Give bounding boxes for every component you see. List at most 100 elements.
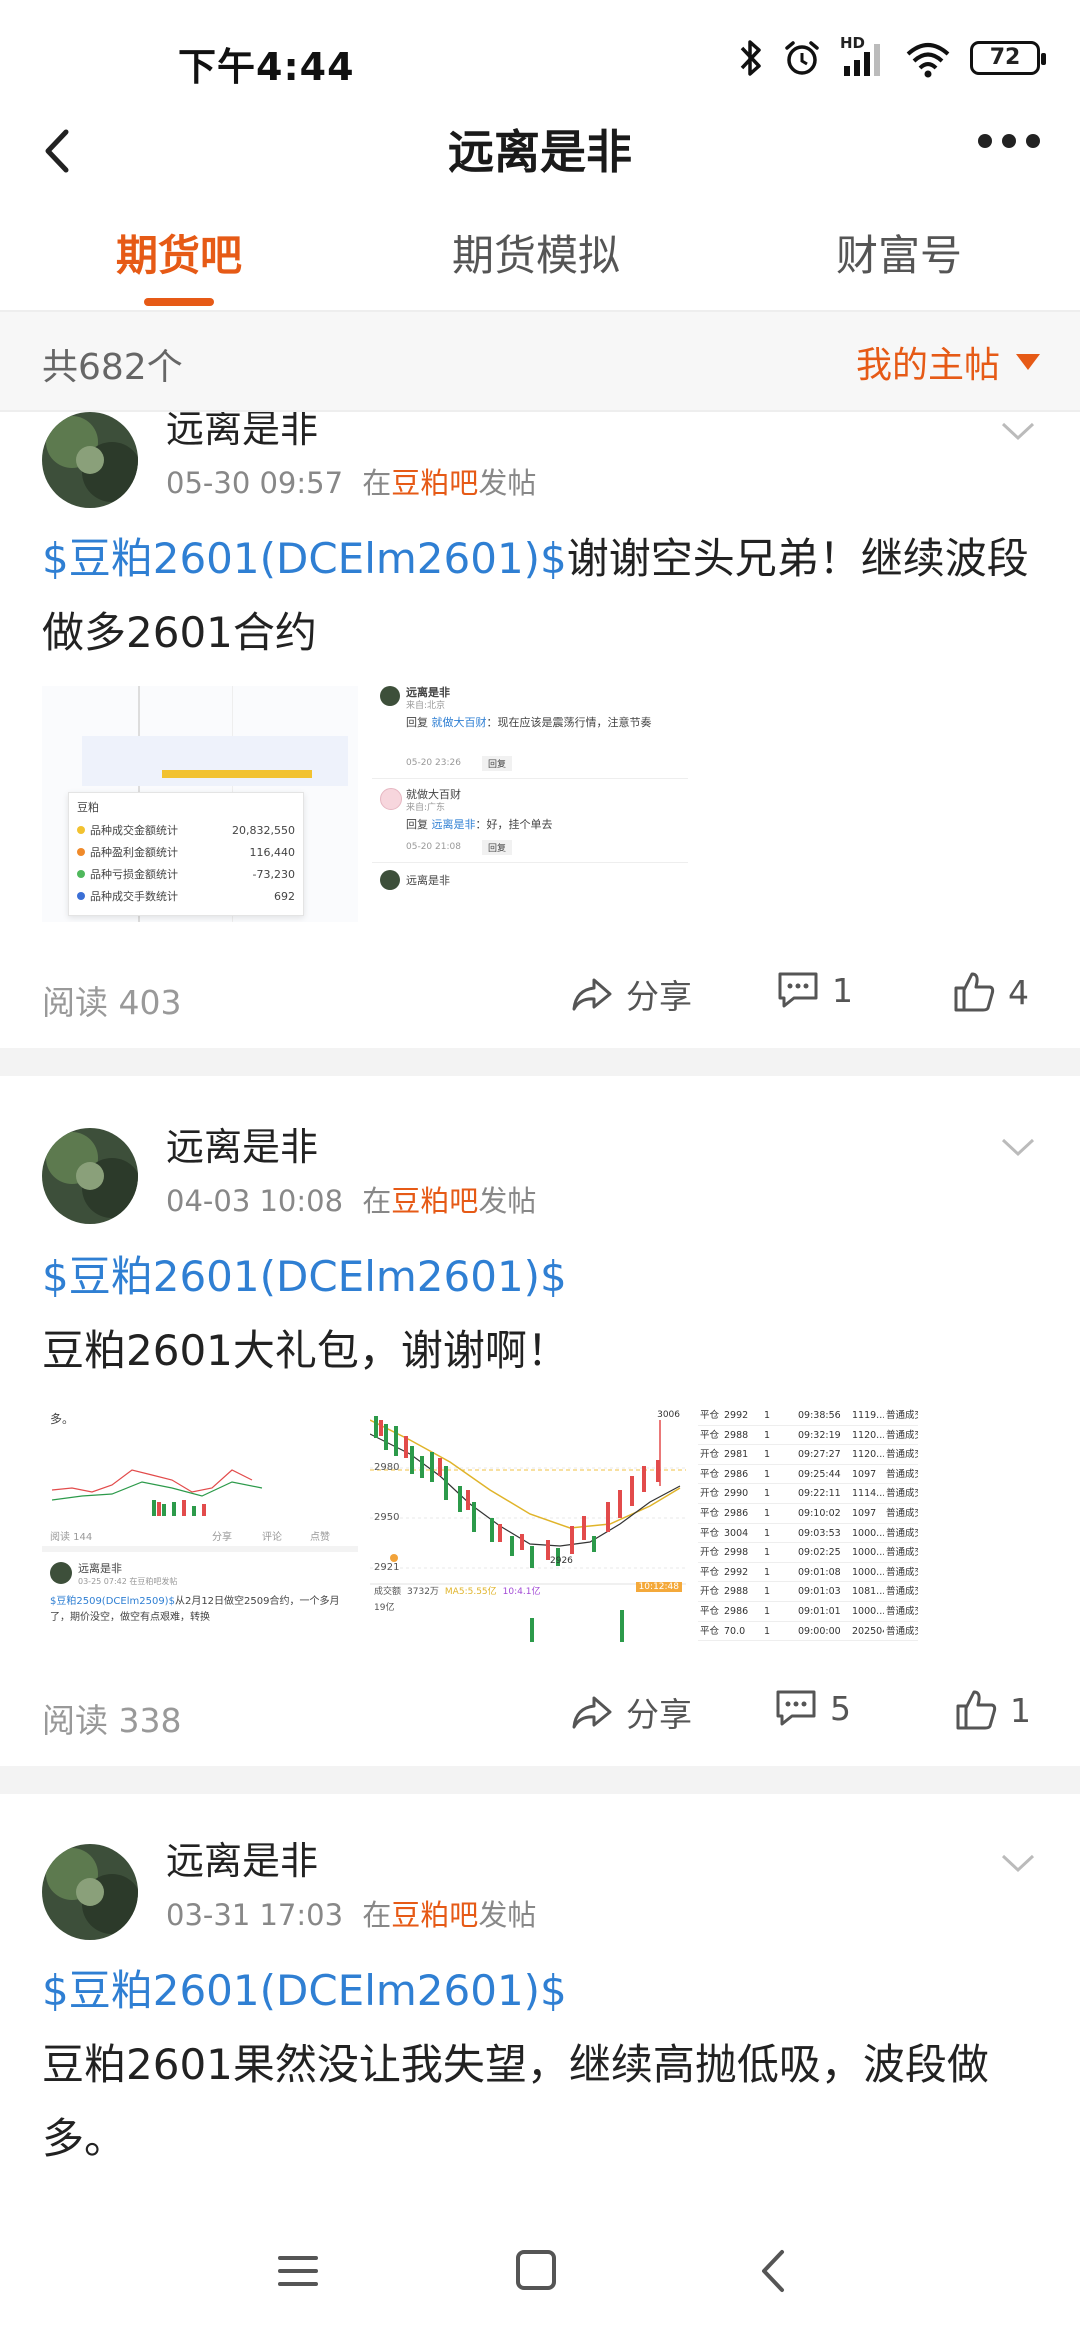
comment-icon bbox=[778, 972, 818, 1008]
share-icon bbox=[572, 1696, 612, 1729]
trade-cell: 普通成交 bbox=[886, 1586, 918, 1598]
trade-cell: 1 bbox=[764, 1410, 771, 1421]
more-options-icon[interactable] bbox=[978, 134, 1040, 148]
like-button[interactable]: 4 bbox=[952, 970, 1029, 1014]
trade-cell: 平仓 bbox=[700, 1605, 720, 1617]
forum-link[interactable]: 豆粕吧 bbox=[391, 466, 478, 500]
trade-cell: 09:10:02 bbox=[798, 1507, 841, 1519]
in-label: 在 bbox=[362, 1898, 392, 1932]
chart-label: 3006 bbox=[657, 1410, 680, 1420]
status-icons: HD 72 bbox=[738, 34, 1046, 78]
trade-row: 平仓 2988 1 09:32:19 1120...普通成交 bbox=[698, 1426, 918, 1446]
forum-link[interactable]: 豆粕吧 bbox=[391, 1184, 478, 1218]
tab-futures-simulation[interactable]: 期货模拟 bbox=[452, 222, 620, 283]
forum-link[interactable]: 豆粕吧 bbox=[391, 1898, 478, 1932]
tab-futures-forum[interactable]: 期货吧 bbox=[116, 222, 242, 283]
image-thumbnail[interactable]: 远离是非 来自:北京 回复 就做大百财：现在应该是震荡行情，注意节奏 05-20… bbox=[372, 686, 688, 922]
stock-tag-link[interactable]: $豆粕2601(DCElm2601)$ bbox=[42, 534, 567, 583]
back-icon[interactable] bbox=[746, 2246, 806, 2296]
trade-cell: 09:02:25 bbox=[798, 1547, 841, 1559]
post-label: 发帖 bbox=[478, 1898, 537, 1932]
trade-cell: 开仓 bbox=[700, 1488, 720, 1500]
share-button[interactable]: 分享 bbox=[570, 970, 692, 1018]
legend-row: 品种成交金额统计 20,832,550 bbox=[77, 819, 295, 841]
author-avatar[interactable] bbox=[42, 1844, 138, 1940]
thumb-text: 点赞 bbox=[310, 1532, 330, 1543]
trade-cell: 平仓 bbox=[700, 1410, 720, 1421]
trade-row: 平仓 2992 1 09:38:56 1119...普通成交 bbox=[698, 1406, 918, 1426]
post-content[interactable]: $豆粕2601(DCElm2601)$ 豆粕2601果然没让我失望，继续高抛低吸… bbox=[42, 1954, 1042, 2176]
image-thumbnail[interactable]: 多。 阅读 144 分享 评论 点赞 远离是非 03-25 07:42 在豆粕吧… bbox=[42, 1406, 358, 1642]
chart-label: 2921 bbox=[374, 1562, 400, 1573]
image-thumbnail[interactable]: 豆粕 品种成交金额统计 20,832,550 品种盈利金额统计 116,440 品种亏损… bbox=[42, 686, 358, 922]
read-count: 阅读 338 bbox=[42, 1701, 182, 1740]
home-square-icon[interactable] bbox=[506, 2246, 566, 2296]
trade-cell: 普通成交 bbox=[886, 1605, 918, 1617]
share-button[interactable]: 分享 bbox=[570, 1688, 692, 1736]
trade-cell: 1000... bbox=[852, 1527, 884, 1539]
trade-cell: 平仓 bbox=[700, 1507, 720, 1519]
avatar bbox=[380, 870, 400, 890]
author-name[interactable]: 远离是非 bbox=[166, 1116, 318, 1171]
image-thumbnail[interactable]: 平仓2992109:38:561119...普通成交平仓2988109:32:1… bbox=[698, 1406, 918, 1642]
author-avatar[interactable] bbox=[42, 412, 138, 508]
trade-cell: 2988 bbox=[724, 1429, 749, 1441]
legend-label: 品种亏损金额统计 bbox=[90, 868, 178, 881]
trade-cell: 1081... bbox=[852, 1586, 884, 1598]
trade-cell: 开仓 bbox=[700, 1547, 720, 1559]
trade-cell: 09:25:44 bbox=[798, 1468, 841, 1480]
comment-time: 05-20 21:08 bbox=[406, 842, 461, 852]
post-separator bbox=[0, 1766, 1080, 1794]
comment-count: 1 bbox=[832, 970, 853, 1010]
author-name[interactable]: 远离是非 bbox=[166, 1830, 318, 1885]
my-posts-filter[interactable]: 我的主帖 bbox=[856, 336, 1040, 388]
image-thumbnail[interactable]: 3006 2980 2950 2921 2926 成交额 3732万 MA5:5… bbox=[370, 1406, 686, 1642]
post-card[interactable]: 远离是非 03-31 17:03 在豆粕吧发帖 $豆粕2601(DCElm260… bbox=[0, 1794, 1080, 2202]
post-card[interactable]: 远离是非 05-30 09:57 在豆粕吧发帖 $豆粕2601(DCElm260… bbox=[0, 412, 1080, 1048]
wifi-icon bbox=[906, 43, 950, 78]
post-feed[interactable]: 远离是非 05-30 09:57 在豆粕吧发帖 $豆粕2601(DCElm260… bbox=[0, 412, 1080, 2202]
trade-row: 平仓 2992 1 09:01:08 1000...普通成交 bbox=[698, 1563, 918, 1583]
thumb-text: 评论 bbox=[262, 1532, 282, 1543]
legend-row: 品种成交手数统计 692 bbox=[77, 885, 295, 907]
trade-cell: 70.0 bbox=[724, 1625, 746, 1637]
author-name[interactable]: 远离是非 bbox=[166, 412, 318, 453]
post-content[interactable]: $豆粕2601(DCElm2601)$ 豆粕2601大礼包，谢谢啊！ bbox=[42, 1240, 1042, 1388]
legend-dot bbox=[77, 870, 85, 878]
trade-cell: 1097 bbox=[852, 1507, 877, 1519]
like-count: 4 bbox=[1008, 972, 1029, 1012]
trade-cell: 1 bbox=[764, 1468, 771, 1480]
trade-cell: 普通成交 bbox=[886, 1410, 918, 1421]
legend-row: 品种亏损金额统计 -73,230 bbox=[77, 863, 295, 885]
chevron-down-icon[interactable] bbox=[1000, 420, 1036, 442]
trade-row: 平仓 3004 1 09:03:53 1000...普通成交 bbox=[698, 1524, 918, 1544]
in-label: 在 bbox=[362, 1184, 392, 1218]
author-avatar[interactable] bbox=[42, 1128, 138, 1224]
trade-cell: 2981 bbox=[724, 1449, 749, 1461]
chevron-down-icon[interactable] bbox=[1000, 1852, 1036, 1874]
trade-cell: 3004 bbox=[724, 1527, 749, 1539]
thumbs-up-icon bbox=[956, 1690, 997, 1730]
post-content[interactable]: $豆粕2601(DCElm2601)$谢谢空头兄弟！继续波段做多2601合约 bbox=[42, 522, 1042, 670]
post-card[interactable]: 远离是非 04-03 10:08 在豆粕吧发帖 $豆粕2601(DCElm260… bbox=[0, 1076, 1080, 1766]
trade-cell: 2998 bbox=[724, 1547, 749, 1559]
stock-tag-link[interactable]: $豆粕2601(DCElm2601)$ bbox=[42, 1240, 1042, 1314]
read-count: 阅读 403 bbox=[42, 983, 182, 1022]
signal-icon: HD bbox=[840, 34, 886, 78]
alarm-icon bbox=[785, 41, 819, 75]
battery-indicator: 72 bbox=[970, 41, 1046, 75]
share-icon bbox=[572, 978, 612, 1011]
in-label: 在 bbox=[362, 466, 392, 500]
trade-cell: 2986 bbox=[724, 1507, 749, 1519]
like-button[interactable]: 1 bbox=[954, 1688, 1031, 1732]
trade-cell: 1114... bbox=[852, 1488, 884, 1500]
chevron-down-icon[interactable] bbox=[1000, 1136, 1036, 1158]
stock-tag-link[interactable]: $豆粕2601(DCElm2601)$ bbox=[42, 1954, 1042, 2028]
comment-icon bbox=[776, 1690, 816, 1726]
comment-button[interactable]: 1 bbox=[776, 970, 853, 1010]
menu-icon[interactable] bbox=[268, 2246, 328, 2296]
comment-button[interactable]: 5 bbox=[774, 1688, 851, 1728]
trade-cell: 普通成交 bbox=[886, 1507, 918, 1519]
tab-wealth-account[interactable]: 财富号 bbox=[836, 222, 962, 283]
trade-row: 平仓 2986 1 09:01:01 1000...普通成交 bbox=[698, 1602, 918, 1622]
